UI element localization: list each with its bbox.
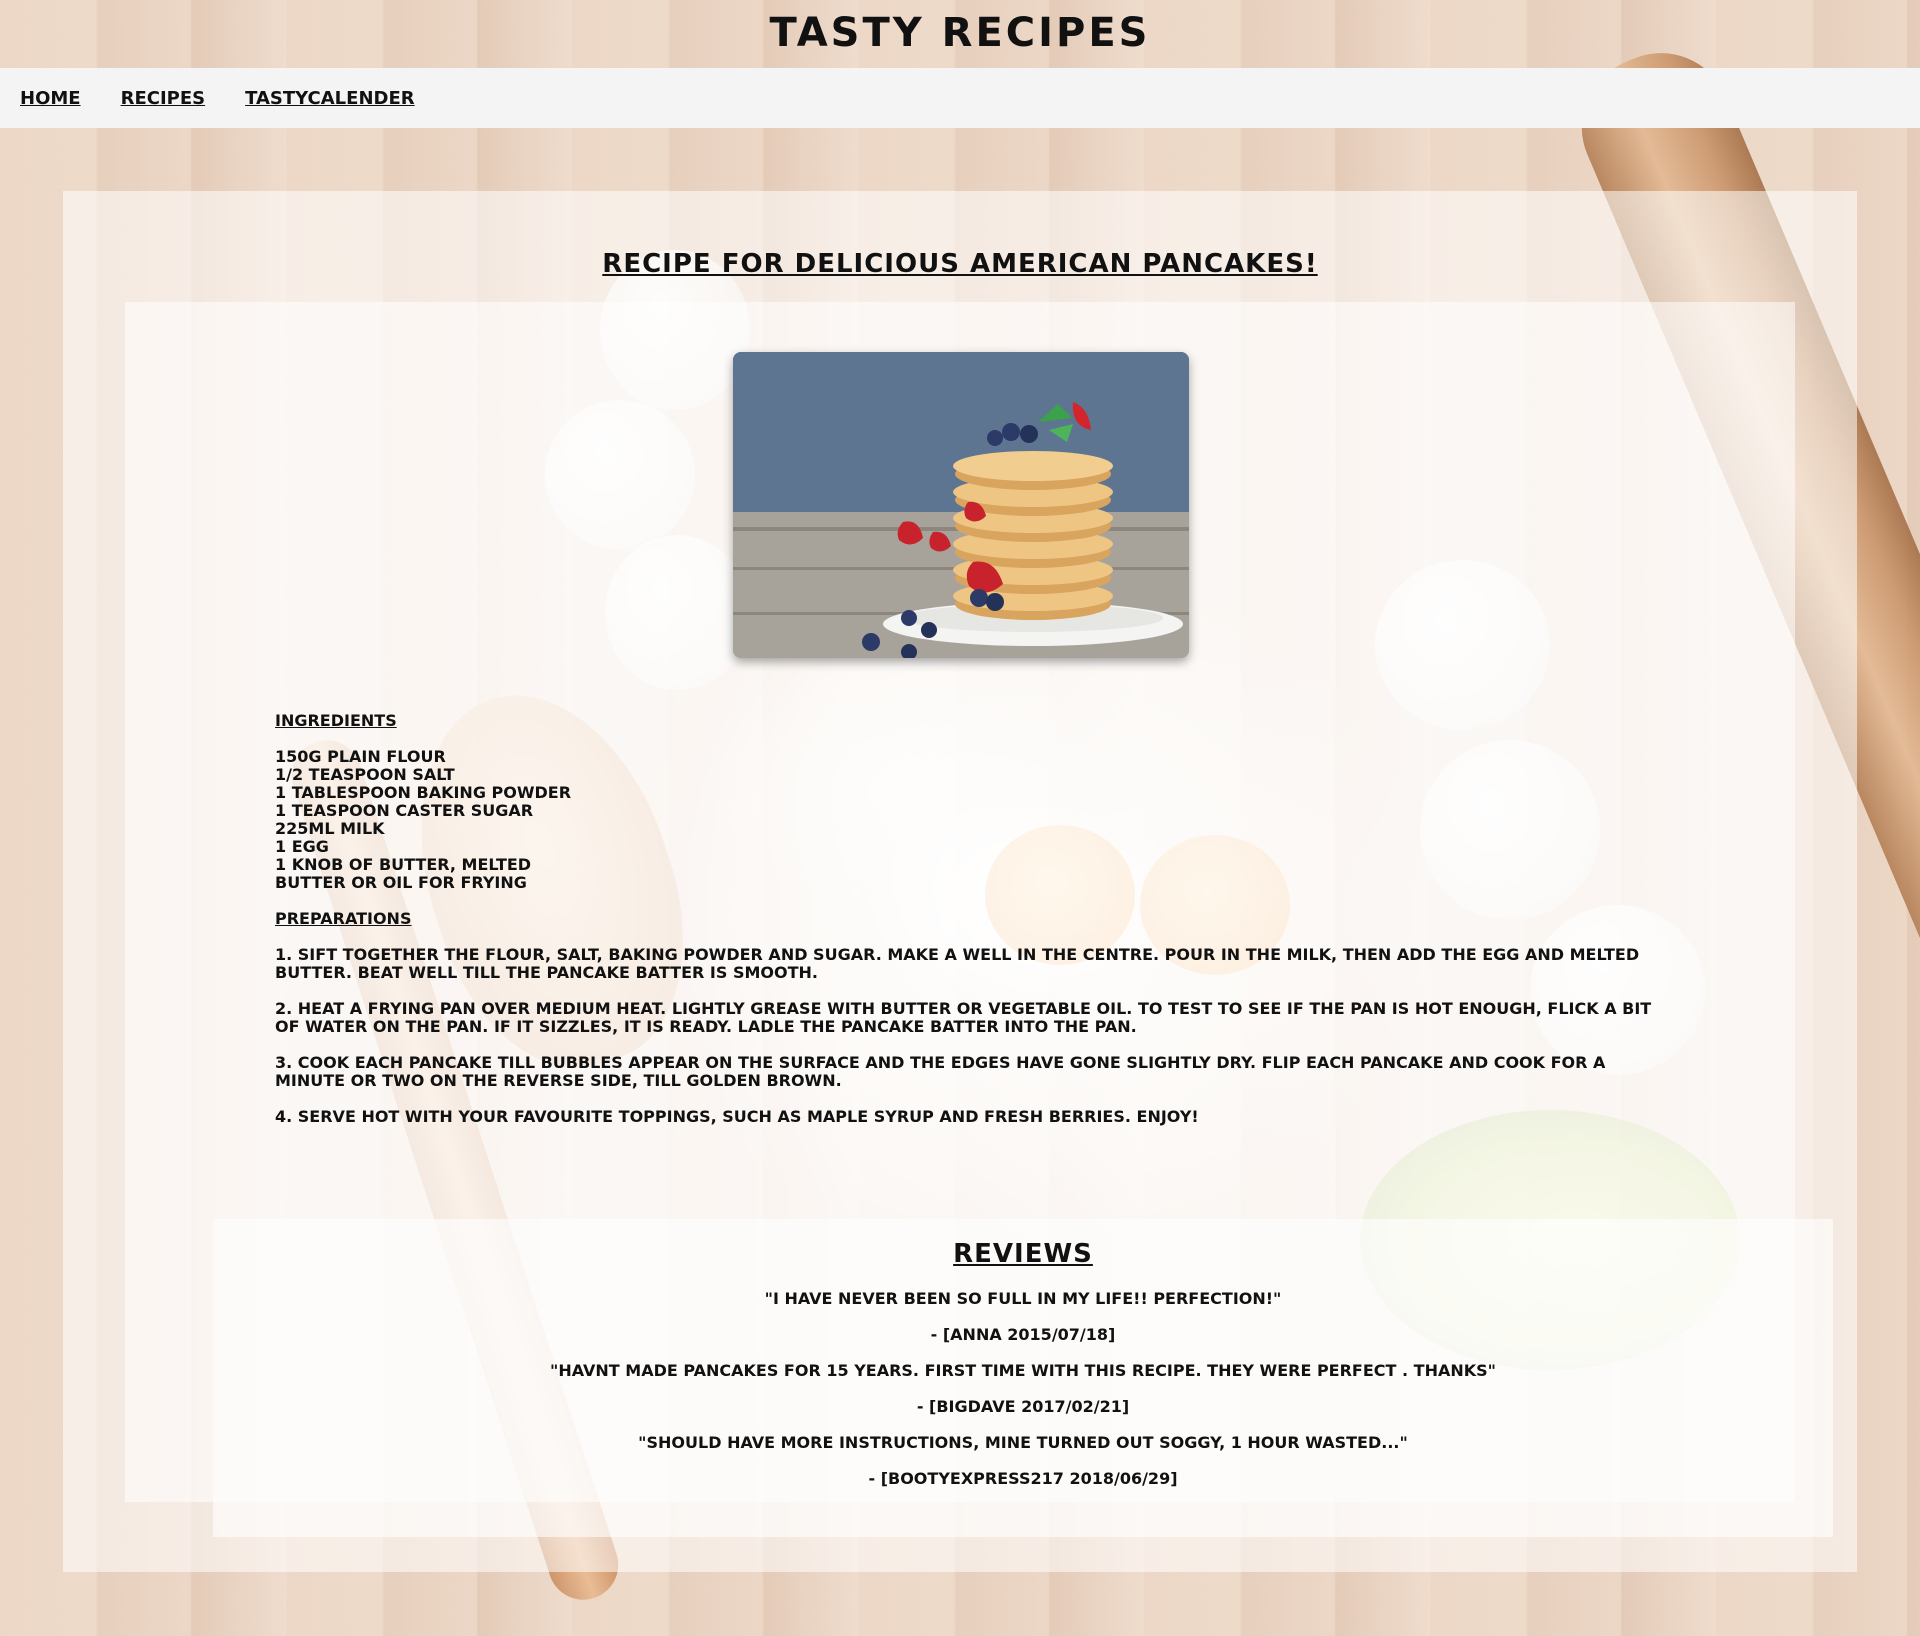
preparation-step: 1. Sift together the flour, salt, baking… [275, 945, 1640, 982]
ingredient-item: 1 egg [275, 837, 329, 856]
ingredient-item: 1 knob of butter, melted [275, 855, 532, 874]
ingredient-item: 1 teaspoon caster sugar [275, 801, 534, 820]
preparations-heading: Preparations [275, 909, 412, 928]
preparation-step: 4. Serve hot with your favourite topping… [275, 1107, 1199, 1126]
recipe-container: Recipe for delicious American Pancakes! [63, 191, 1857, 1572]
ingredient-item: 150g plain flour [275, 747, 446, 766]
review-quote: "Should have more instructions, mine tur… [638, 1433, 1408, 1452]
site-header: Tasty Recipes [0, 0, 1920, 68]
nav-link-tastycalender[interactable]: TastyCalender [245, 88, 415, 109]
recipe-title: Recipe for delicious American Pancakes! [602, 249, 1318, 279]
review-author: - [BootyExpress217 2018/06/29] [868, 1469, 1178, 1488]
reviews-section: Reviews "I have never been so full in my… [213, 1219, 1833, 1537]
ingredient-item: 1/2 teaspoon salt [275, 765, 455, 784]
review-author: - [Anna 2015/07/18] [930, 1325, 1116, 1344]
preparation-step: 2. Heat a frying pan over medium heat. L… [275, 999, 1652, 1036]
pancake-photo [733, 352, 1189, 658]
nav-link-home[interactable]: Home [20, 88, 81, 109]
recipe-body: Ingredients 150g plain flour 1/2 teaspoo… [275, 712, 1655, 1144]
ingredient-item: 225ml milk [275, 819, 385, 838]
review-quote: "Havnt made pancakes for 15 years. First… [549, 1361, 1496, 1380]
preparation-step: 3. Cook each pancake till bubbles appear… [275, 1053, 1606, 1090]
ingredient-list: 150g plain flour 1/2 teaspoon salt 1 tab… [275, 748, 1655, 892]
ingredient-item: 1 tablespoon baking powder [275, 783, 572, 802]
recipe-content-panel: Ingredients 150g plain flour 1/2 teaspoo… [125, 302, 1833, 1537]
review-quote: "I have never been so full in my life!! … [764, 1289, 1282, 1308]
ingredients-heading: Ingredients [275, 711, 397, 730]
reviews-title: Reviews [953, 1239, 1093, 1269]
navbar: Home Recipes TastyCalender [0, 68, 1920, 128]
ingredient-item: butter or oil for frying [275, 873, 527, 892]
nav-link-recipes[interactable]: Recipes [121, 88, 206, 109]
site-title: Tasty Recipes [769, 10, 1151, 56]
review-author: - [BigDave 2017/02/21] [916, 1397, 1130, 1416]
